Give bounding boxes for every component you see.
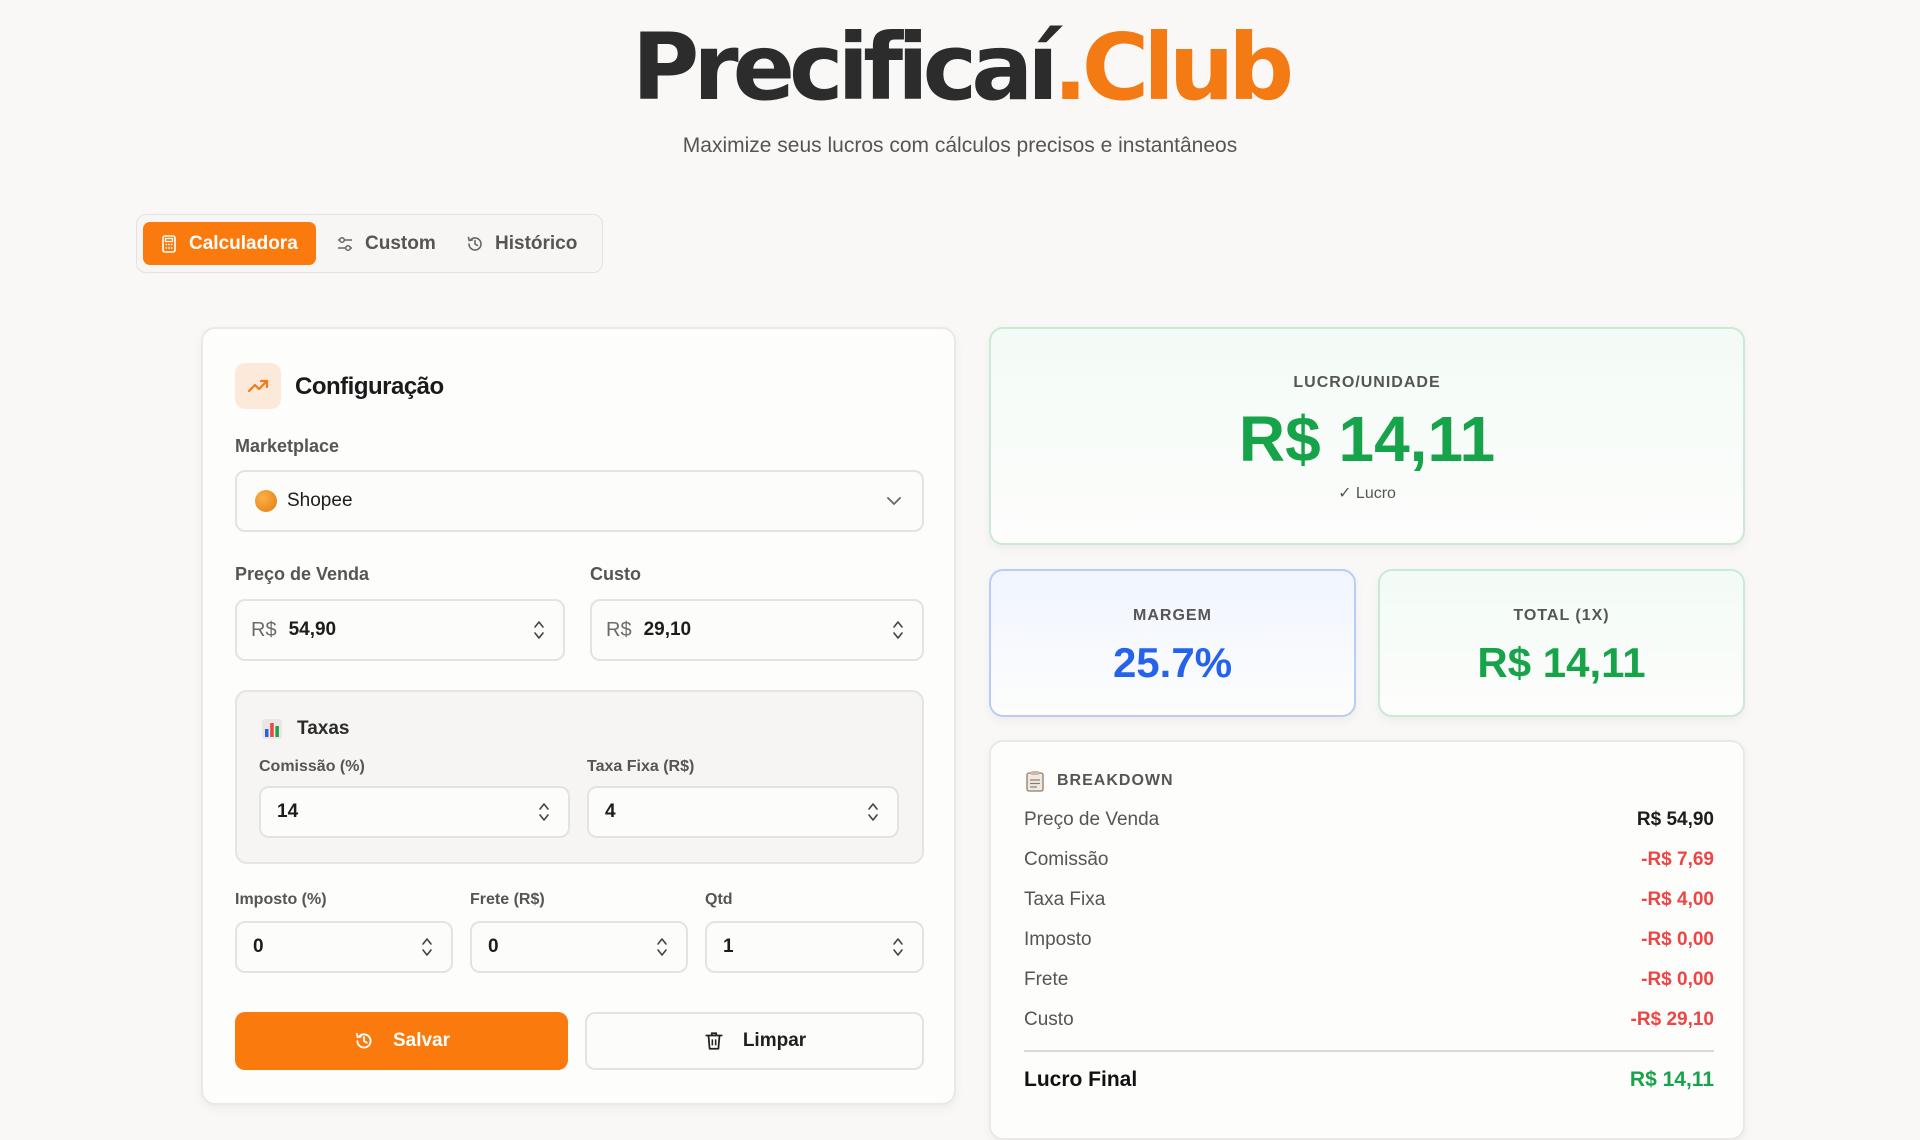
row-value: -R$ 7,69	[1641, 849, 1714, 870]
row-label: Imposto	[1024, 929, 1092, 950]
tab-bar: Calculadora Custom Histórico	[136, 214, 603, 273]
final-label: Lucro Final	[1024, 1068, 1138, 1091]
config-title: Configuração	[295, 373, 444, 400]
trash-icon	[705, 1032, 723, 1050]
shopee-icon	[255, 490, 277, 512]
currency-prefix: R$	[251, 618, 277, 641]
tab-label: Custom	[365, 232, 436, 254]
history-icon	[355, 1032, 372, 1049]
clipboard-icon	[1026, 771, 1044, 792]
final-value: R$ 14,11	[1629, 1068, 1714, 1091]
cost-value: 29,10	[643, 619, 692, 640]
trending-up-icon	[235, 363, 281, 409]
brand-name-main: Precificaí	[631, 14, 1059, 121]
profit-card: LUCRO/UNIDADE R$ 14,11 ✓ Lucro	[989, 327, 1745, 545]
commission-label: Comissão (%)	[259, 758, 365, 775]
bar-chart-icon	[262, 719, 282, 739]
freight-label: Frete (R$)	[470, 891, 545, 908]
tax-input[interactable]: 0	[235, 921, 453, 973]
marketplace-label: Marketplace	[235, 436, 340, 456]
breakdown-card: BREAKDOWN Preço de Venda R$ 54,90 Comiss…	[989, 740, 1745, 1140]
stepper-icon[interactable]	[892, 936, 904, 958]
qty-value: 1	[723, 936, 734, 957]
freight-value: 0	[488, 936, 499, 957]
currency-prefix: R$	[606, 618, 632, 641]
freight-input[interactable]: 0	[470, 921, 688, 973]
row-label: Comissão	[1024, 849, 1109, 870]
breakdown-title: BREAKDOWN	[1057, 772, 1174, 789]
breakdown-row: Custo -R$ 29,10	[1024, 1009, 1714, 1039]
profit-caption: LUCRO/UNIDADE	[1293, 374, 1441, 391]
fixed-fee-value: 4	[605, 801, 616, 822]
row-label: Custo	[1024, 1009, 1074, 1030]
divider	[1024, 1050, 1714, 1052]
commission-input[interactable]: 14	[259, 786, 570, 838]
sliders-icon	[338, 236, 352, 251]
fixed-fee-input[interactable]: 4	[587, 786, 899, 838]
row-value: -R$ 29,10	[1630, 1009, 1714, 1030]
breakdown-final-row: Lucro Final R$ 14,11	[1024, 1068, 1714, 1098]
save-label: Salvar	[392, 1030, 451, 1051]
row-value: -R$ 4,00	[1641, 889, 1714, 910]
breakdown-row: Taxa Fixa -R$ 4,00	[1024, 889, 1714, 919]
taxes-panel: Taxas Comissão (%) 14 Taxa Fixa (R$) 4	[235, 690, 924, 864]
row-value: -R$ 0,00	[1641, 969, 1714, 990]
marketplace-select[interactable]: Shopee	[235, 470, 924, 532]
breakdown-row: Comissão -R$ 7,69	[1024, 849, 1714, 879]
margin-card: MARGEM 25.7%	[989, 569, 1356, 717]
stepper-icon[interactable]	[533, 619, 545, 641]
brand-logo: Precificaí.Club	[0, 8, 1920, 128]
marketplace-value: Shopee	[287, 490, 353, 511]
clear-button[interactable]: Limpar	[585, 1012, 924, 1070]
row-value: -R$ 0,00	[1641, 929, 1714, 950]
cost-label: Custo	[590, 564, 641, 584]
margin-caption: MARGEM	[1133, 607, 1212, 624]
taxes-title: Taxas	[297, 718, 350, 739]
tax-value: 0	[253, 936, 264, 957]
cost-input[interactable]: R$ 29,10	[590, 599, 924, 661]
configuration-card: Configuração Marketplace Shopee Preço de…	[201, 327, 956, 1105]
tab-historico[interactable]: Histórico	[449, 222, 593, 265]
tagline: Maximize seus lucros com cálculos precis…	[682, 134, 1238, 157]
calculator-icon	[162, 234, 176, 253]
stepper-icon[interactable]	[656, 936, 668, 958]
history-icon	[467, 236, 482, 251]
row-value: R$ 54,90	[1636, 809, 1714, 830]
clear-label: Limpar	[742, 1030, 807, 1051]
price-input[interactable]: R$ 54,90	[235, 599, 565, 661]
breakdown-row: Frete -R$ 0,00	[1024, 969, 1714, 999]
brand-name-suffix: .Club	[1052, 14, 1294, 121]
chevron-down-icon	[887, 497, 901, 505]
tab-custom[interactable]: Custom	[319, 222, 452, 265]
stepper-icon[interactable]	[892, 619, 904, 641]
commission-value: 14	[277, 801, 299, 822]
total-card: TOTAL (1X) R$ 14,11	[1378, 569, 1745, 717]
total-caption: TOTAL (1X)	[1513, 607, 1610, 624]
tab-label: Calculadora	[189, 232, 298, 254]
breakdown-row: Preço de Venda R$ 54,90	[1024, 809, 1714, 839]
price-value: 54,90	[288, 619, 337, 640]
stepper-icon[interactable]	[538, 801, 550, 823]
save-button[interactable]: Salvar	[235, 1012, 568, 1070]
tab-calculadora[interactable]: Calculadora	[143, 222, 316, 265]
stepper-icon[interactable]	[421, 936, 433, 958]
breakdown-row: Imposto -R$ 0,00	[1024, 929, 1714, 959]
qty-input[interactable]: 1	[705, 921, 924, 973]
qty-label: Qtd	[705, 891, 733, 908]
profit-status: ✓ Lucro	[1338, 485, 1396, 502]
stepper-icon[interactable]	[867, 801, 879, 823]
fixed-fee-label: Taxa Fixa (R$)	[587, 758, 695, 775]
row-label: Preço de Venda	[1024, 809, 1160, 830]
row-label: Taxa Fixa	[1024, 889, 1106, 910]
total-value: R$ 14,11	[1477, 639, 1646, 686]
profit-value: R$ 14,11	[1238, 403, 1496, 475]
tab-label: Histórico	[495, 232, 578, 254]
row-label: Frete	[1024, 969, 1069, 990]
tax-label: Imposto (%)	[235, 891, 327, 908]
margin-value: 25.7%	[1112, 639, 1233, 686]
price-label: Preço de Venda	[235, 564, 370, 584]
